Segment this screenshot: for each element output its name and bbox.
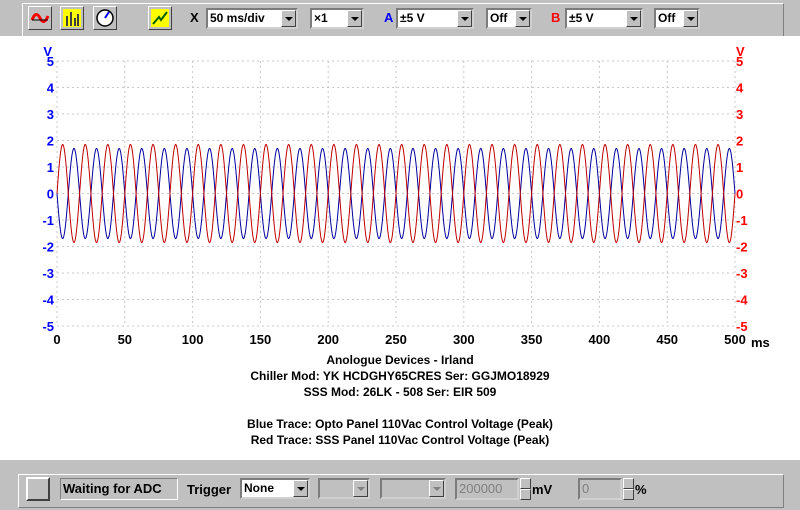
- percent-unit: %: [635, 482, 647, 497]
- spectrum-mode-button[interactable]: [60, 6, 84, 30]
- y-tick-label-right: 4: [736, 81, 744, 96]
- caption-line-2: Chiller Mod: YK HCDGHY65CRES Ser: GGJMO1…: [250, 369, 550, 383]
- scope-display: 0 50 100 150 200 250 300 350 400 450 500 5 5 4 4 3 3 2 2 1 1…: [0, 36, 800, 460]
- y-tick-label-right: -1: [736, 213, 748, 228]
- trigger-direction-select[interactable]: [380, 478, 446, 499]
- caption-line-5: Red Trace: SSS Panel 110Vac Control Volt…: [250, 433, 550, 447]
- y-tick-label-left: 0: [47, 187, 54, 202]
- threshold-unit: mV: [532, 482, 553, 497]
- spin-up-icon[interactable]: [520, 478, 531, 489]
- left-axis-unit: V: [43, 44, 52, 59]
- y-tick-label-right: 1: [736, 160, 743, 175]
- channel-b-label: B: [551, 10, 561, 25]
- chevron-down-icon[interactable]: [457, 10, 472, 27]
- chevron-down-icon[interactable]: [281, 10, 296, 27]
- caption-line-4: Blue Trace: Opto Panel 110Vac Control Vo…: [247, 417, 553, 431]
- zoom-select[interactable]: ×1: [310, 8, 364, 29]
- scope-mode-button[interactable]: [28, 6, 52, 30]
- chevron-down-icon[interactable]: [626, 10, 641, 27]
- chevron-down-icon[interactable]: [353, 480, 368, 497]
- trigger-threshold-input[interactable]: 200000: [455, 478, 519, 500]
- right-axis-unit: V: [736, 44, 745, 59]
- y-tick-label-left: 3: [47, 107, 54, 122]
- channel-a-coupling-value: Off: [490, 11, 508, 25]
- y-tick-label-left: 2: [47, 134, 54, 149]
- status-text: Waiting for ADC: [60, 478, 178, 500]
- pretrigger-percent-input[interactable]: 0: [578, 478, 622, 500]
- x-tick-label: 100: [182, 332, 204, 347]
- x-tick-label: 500: [724, 332, 746, 347]
- x-tick-label: 350: [521, 332, 543, 347]
- start-stop-button[interactable]: [26, 477, 50, 501]
- spectrum-mode-icon: [63, 9, 81, 27]
- timebase-select[interactable]: 50 ms/div: [206, 8, 298, 29]
- x-tick-label: 450: [656, 332, 678, 347]
- y-tick-label-left: 1: [47, 160, 54, 175]
- channel-a-label: A: [384, 10, 394, 25]
- toolbar: X 50 ms/div ×1 A ±5 V Off B ±5 V Off: [0, 0, 800, 40]
- threshold-spinner[interactable]: [520, 478, 531, 500]
- y-tick-label-left: -3: [42, 266, 54, 281]
- auto-setup-button[interactable]: [148, 6, 172, 30]
- y-tick-label-right: 3: [736, 107, 743, 122]
- chevron-down-icon[interactable]: [683, 10, 698, 27]
- auto-setup-icon: [151, 9, 169, 27]
- spin-down-icon[interactable]: [623, 489, 634, 500]
- y-tick-label-right: -5: [736, 319, 748, 334]
- timebase-value: 50 ms/div: [210, 11, 265, 25]
- meter-mode-icon: [96, 9, 114, 27]
- y-tick-label-left: 4: [47, 81, 55, 96]
- x-axis-unit: ms: [751, 335, 770, 350]
- x-tick-label: 200: [317, 332, 339, 347]
- y-tick-label-right: 0: [736, 187, 743, 202]
- y-tick-label-left: -1: [42, 213, 54, 228]
- scope-mode-icon: [30, 13, 50, 23]
- x-tick-label: 300: [453, 332, 475, 347]
- x-tick-label: 50: [118, 332, 132, 347]
- trigger-mode-value: None: [244, 481, 274, 495]
- zoom-value: ×1: [314, 11, 328, 25]
- channel-a-range-select[interactable]: ±5 V: [396, 8, 474, 29]
- chevron-down-icon[interactable]: [347, 10, 362, 27]
- y-tick-label-left: -2: [42, 240, 54, 255]
- channel-a-range-value: ±5 V: [400, 11, 425, 25]
- y-tick-label-left: -4: [42, 293, 54, 308]
- percent-spinner[interactable]: [623, 478, 634, 500]
- x-tick-label: 150: [250, 332, 272, 347]
- y-tick-label-right: 2: [736, 134, 743, 149]
- trigger-label: Trigger: [187, 482, 232, 497]
- channel-b-coupling-value: Off: [658, 11, 676, 25]
- y-tick-label-right: -2: [736, 240, 748, 255]
- caption-line-1: Anologue Devices - Irland: [326, 353, 474, 367]
- x-tick-label: 250: [385, 332, 407, 347]
- spin-down-icon[interactable]: [520, 489, 531, 500]
- y-tick-label-right: -4: [736, 293, 748, 308]
- chevron-down-icon[interactable]: [429, 480, 444, 497]
- trigger-mode-select[interactable]: None: [240, 478, 310, 499]
- y-tick-label-left: -5: [42, 319, 54, 334]
- chevron-down-icon[interactable]: [293, 480, 308, 497]
- channel-b-range-value: ±5 V: [569, 11, 594, 25]
- x-tick-label: 0: [53, 332, 60, 347]
- meter-mode-button[interactable]: [93, 6, 117, 30]
- channel-b-range-select[interactable]: ±5 V: [565, 8, 643, 29]
- trigger-channel-select[interactable]: [318, 478, 370, 499]
- timebase-label: X: [190, 10, 199, 25]
- y-tick-label-right: -3: [736, 266, 748, 281]
- chevron-down-icon[interactable]: [515, 10, 530, 27]
- channel-b-coupling-select[interactable]: Off: [654, 8, 700, 29]
- channel-a-coupling-select[interactable]: Off: [486, 8, 532, 29]
- caption-line-3: SSS Mod: 26LK - 508 Ser: EIR 509: [303, 385, 497, 399]
- spin-up-icon[interactable]: [623, 478, 634, 489]
- x-tick-label: 400: [589, 332, 611, 347]
